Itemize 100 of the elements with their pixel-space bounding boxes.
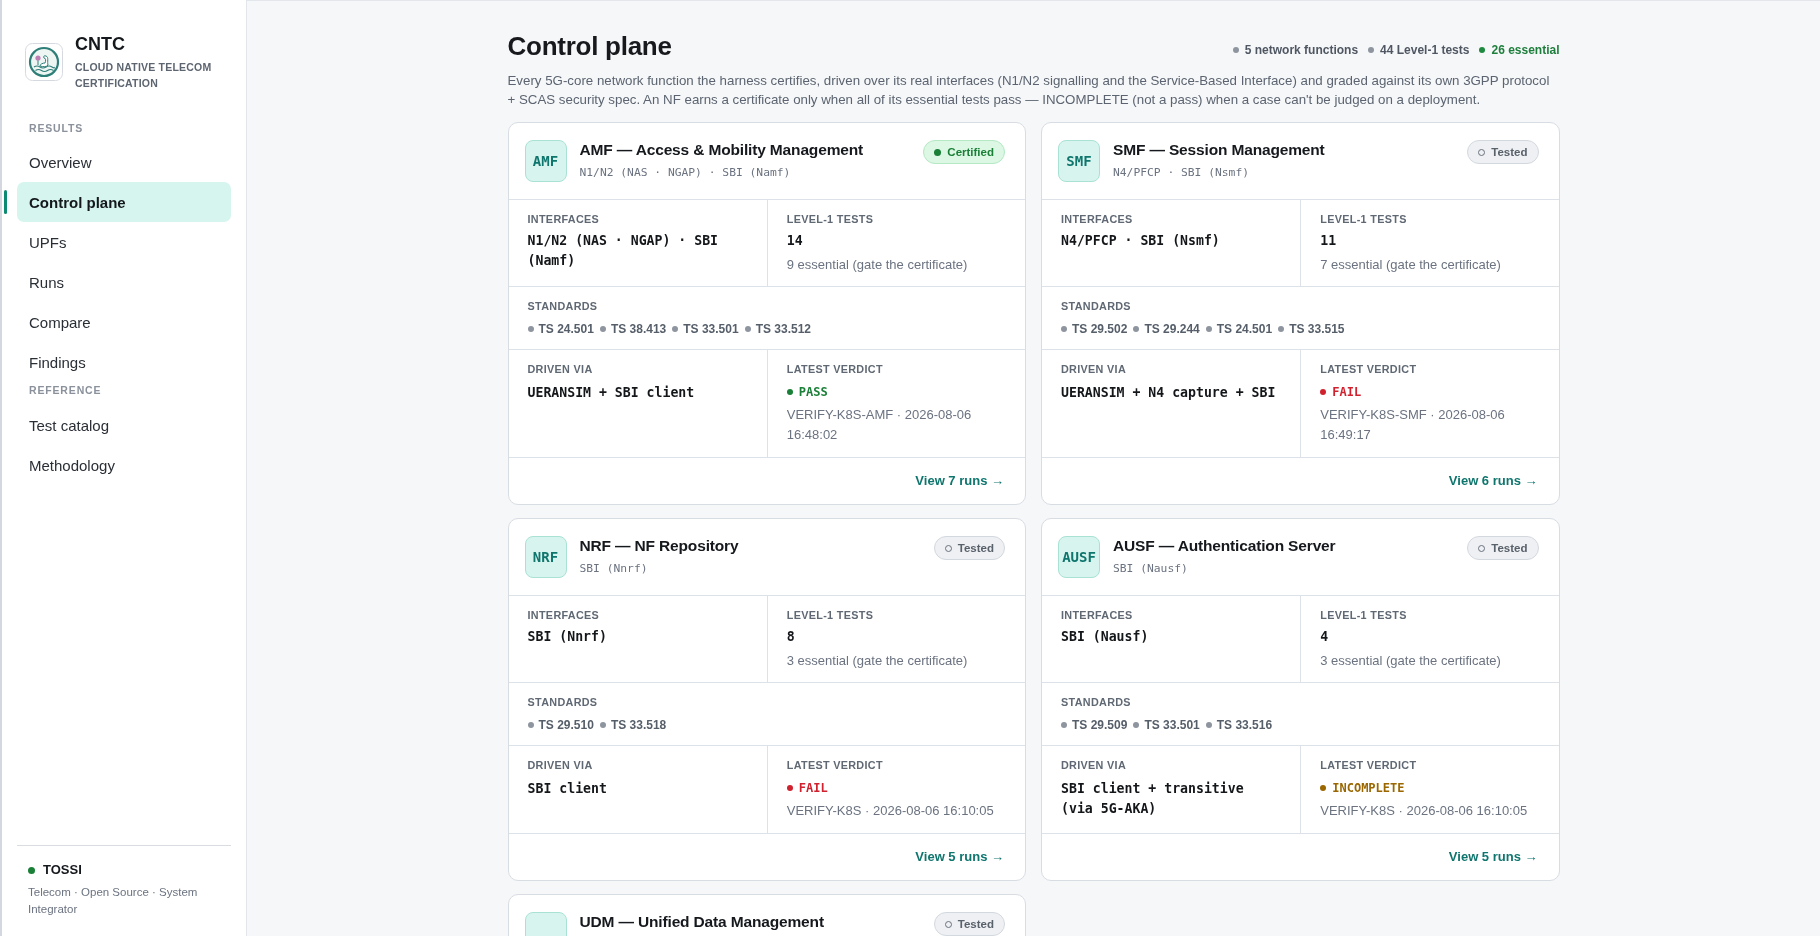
bullet-dot-icon: [527, 326, 534, 332]
field-label: LEVEL-1 TESTS: [786, 212, 875, 226]
nf-interfaces-subtitle: SBI (Nausf): [1113, 561, 1189, 577]
badge-label: Tested: [957, 918, 994, 930]
summary-stat: 26 essential: [1491, 43, 1560, 57]
nav-item[interactable]: Runs: [17, 262, 231, 302]
nf-title: UDM — Unified Data Management: [579, 913, 825, 931]
verdict-detail: VERIFY-K8S · 2026-08-06 16:10:05: [1320, 802, 1529, 820]
bullet-dot-icon: [1278, 326, 1285, 332]
standard-label: TS 33.516: [1216, 717, 1273, 733]
test-count: 8: [786, 628, 796, 646]
interfaces-value: SBI (Nnrf): [527, 628, 608, 646]
standard-label: TS 24.501: [538, 321, 594, 337]
bullet-dot-icon: [1133, 722, 1140, 728]
field-label: LATEST VERDICT: [786, 362, 884, 376]
badge-label: Tested: [957, 542, 994, 554]
field-label: INTERFACES: [527, 608, 601, 622]
bullet-dot-icon: [1479, 47, 1486, 53]
field-label: STANDARDS: [527, 695, 599, 709]
standard-label: TS 33.501: [1144, 717, 1200, 733]
driven-via-value: SBI client: [527, 780, 608, 798]
test-count: 11: [1320, 232, 1338, 250]
field-label: LEVEL-1 TESTS: [1320, 212, 1408, 226]
driven-via-value: SBI client + transitive (via 5G-AKA): [1061, 780, 1245, 818]
standard-label: TS 33.501: [683, 321, 739, 337]
bullet-dot-icon: [1205, 722, 1212, 728]
bullet-dot-icon: [1232, 47, 1239, 53]
field-label: INTERFACES: [527, 212, 601, 226]
nf-interfaces-subtitle: N4/PFCP · SBI (Nsmf): [1113, 165, 1251, 181]
driven-via-value: UERANSIM + SBI client: [527, 384, 696, 402]
field-label: STANDARDS: [1061, 695, 1132, 709]
field-label: STANDARDS: [1061, 299, 1132, 313]
essential-note: 9 essential (gate the certificate): [786, 256, 969, 274]
essential-note: 3 essential (gate the certificate): [786, 652, 969, 670]
nf-title: AMF — Access & Mobility Management: [579, 141, 865, 159]
standard-label: TS 29.509: [1072, 717, 1128, 733]
essential-note: 3 essential (gate the certificate): [1320, 652, 1502, 670]
field-label: LEVEL-1 TESTS: [1320, 608, 1408, 622]
field-label: DRIVEN VIA: [527, 758, 594, 772]
bullet-dot-icon: [672, 326, 679, 332]
verdict-detail: VERIFY-K8S-SMF · 2026-08-06 16:49:17: [1320, 406, 1506, 444]
standard-label: TS 33.515: [1289, 321, 1345, 337]
nav-item[interactable]: Methodology: [17, 445, 231, 485]
standard-label: TS 24.501: [1216, 321, 1273, 337]
bullet-dot-icon: [1061, 326, 1067, 332]
nf-interfaces-subtitle: SBI (Nnrf): [579, 561, 649, 577]
verdict-label: FAIL: [798, 780, 828, 797]
driven-via-value: UERANSIM + N4 capture + SBI: [1061, 384, 1277, 402]
section-heading: RESULTS: [28, 122, 85, 134]
test-count: 4: [1320, 628, 1330, 646]
standard-label: TS 33.512: [755, 321, 811, 337]
nav-item[interactable]: Test catalog: [17, 405, 231, 445]
nf-interfaces-subtitle: N1/N2 (NAS · NGAP) · SBI (Namf): [579, 165, 792, 181]
page-title: Control plane: [507, 31, 672, 61]
badge-label: Tested: [1491, 146, 1528, 158]
verdict-detail: VERIFY-K8S-AMF · 2026-08-06 16:48:02: [786, 406, 973, 444]
summary-stat: 5 network functions: [1244, 43, 1359, 57]
nf-abbreviation-tile: SMF: [1058, 140, 1100, 182]
verdict-detail: VERIFY-K8S · 2026-08-06 16:10:05: [786, 802, 995, 820]
summary-stat: 44 Level-1 tests: [1380, 43, 1470, 57]
nav-item[interactable]: UPFs: [17, 222, 231, 262]
nav-item[interactable]: Findings: [17, 342, 231, 382]
bullet-dot-icon: [599, 326, 606, 332]
status-dot-icon: [786, 785, 793, 791]
nav-item[interactable]: Compare: [17, 302, 231, 342]
view-runs-link[interactable]: View 5 runs →: [915, 848, 1004, 866]
standard-label: TS 29.510: [538, 717, 594, 733]
verdict-label: INCOMPLETE: [1332, 780, 1405, 797]
interfaces-value: N4/PFCP · SBI (Nsmf): [1061, 232, 1221, 250]
page-description: Every 5G-core network function the harness certifies, driven over its real interfaces (N1/N2 signalling and the Service-Based Interface) and graded against its own 3GPP protocol + SCAS security spec. An NF earns a certificate only when all of its essential tests pass — INCOMPLETE (not a pass) when a case can't be judged on a deployment.: [507, 72, 1551, 109]
field-label: INTERFACES: [1061, 608, 1134, 622]
view-runs-link[interactable]: View 6 runs →: [1448, 472, 1538, 490]
badge-label: Certified: [947, 146, 994, 158]
field-label: LEVEL-1 TESTS: [786, 608, 875, 622]
field-label: DRIVEN VIA: [1061, 758, 1128, 772]
bullet-dot-icon: [1133, 326, 1140, 332]
interfaces-value: N1/N2 (NAS · NGAP) · SBI (Namf): [527, 232, 720, 270]
bullet-dot-icon: [1368, 47, 1375, 53]
organization-description: Telecom · Open Source · System Integrator: [28, 885, 199, 917]
badge-label: Tested: [1491, 542, 1528, 554]
status-dot-icon: [1320, 389, 1327, 395]
nf-abbreviation-tile: AUSF: [1058, 536, 1100, 578]
verdict-label: PASS: [798, 384, 828, 401]
field-label: STANDARDS: [527, 299, 599, 313]
brand-tagline: CLOUD NATIVE TELECOM CERTIFICATION: [75, 60, 213, 91]
view-runs-link[interactable]: View 5 runs →: [1448, 848, 1538, 866]
field-label: DRIVEN VIA: [527, 362, 594, 376]
nav-item[interactable]: Overview: [17, 142, 231, 182]
interfaces-value: SBI (Nausf): [1061, 628, 1150, 646]
logo-icon: [25, 43, 63, 81]
section-heading: REFERENCE: [28, 384, 103, 396]
essential-note: 7 essential (gate the certificate): [1320, 256, 1502, 274]
nf-title: SMF — Session Management: [1113, 141, 1326, 159]
status-dot-icon: [934, 148, 942, 156]
status-dot-icon: [28, 866, 35, 874]
nf-title: NRF — NF Repository: [579, 537, 740, 555]
field-label: LATEST VERDICT: [1320, 362, 1418, 376]
bullet-dot-icon: [744, 326, 751, 332]
view-runs-link[interactable]: View 7 runs →: [915, 472, 1004, 490]
standard-label: TS 29.502: [1072, 321, 1128, 337]
